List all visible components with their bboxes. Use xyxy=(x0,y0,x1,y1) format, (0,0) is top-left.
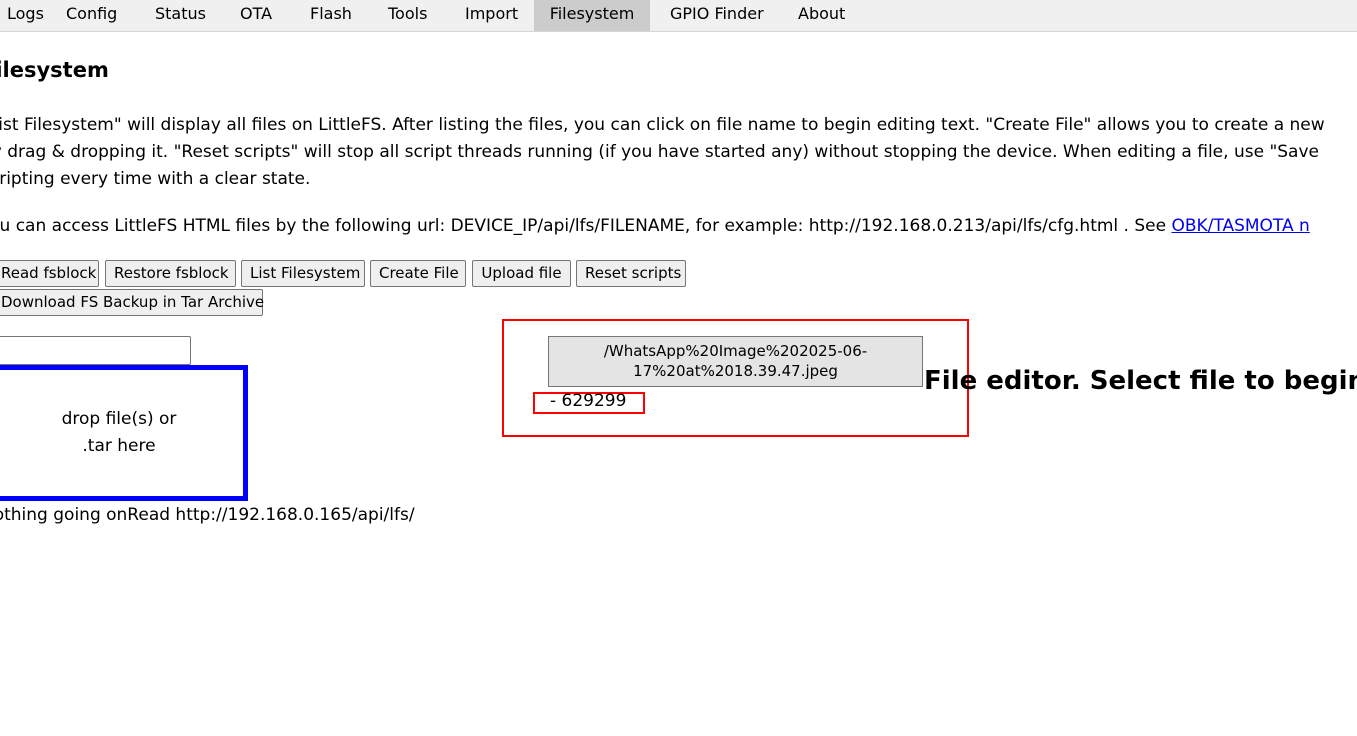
read-fsblock-button[interactable]: Read fsblock xyxy=(0,260,99,287)
docs-link[interactable]: OBK/TASMOTA n xyxy=(1171,216,1309,236)
file-size-label: - 629299 xyxy=(550,391,627,411)
description-line-2: by drag & dropping it. "Reset scripts" w… xyxy=(0,142,1319,162)
tab-tools[interactable]: Tools xyxy=(368,0,447,31)
access-info-text: You can access LittleFS HTML files by th… xyxy=(0,216,1172,236)
restore-fsblock-button[interactable]: Restore fsblock xyxy=(105,260,236,287)
description-line-1: "List Filesystem" will display all files… xyxy=(0,115,1325,135)
download-backup-button[interactable]: Download FS Backup in Tar Archive xyxy=(0,289,264,316)
dropzone-label: drop file(s) or .tar here xyxy=(61,409,177,456)
tab-status[interactable]: Status xyxy=(135,0,226,31)
tab-gpio-finder[interactable]: GPIO Finder xyxy=(650,0,784,31)
description-line-3: scripting every time with a clear state. xyxy=(0,169,311,189)
tab-about[interactable]: About xyxy=(778,0,865,31)
file-editor-heading: File editor. Select file to begin. xyxy=(924,366,1357,396)
tab-ota[interactable]: OTA xyxy=(220,0,292,31)
file-entry-button[interactable]: /WhatsApp%20Image%202025-06-17%20at%2018… xyxy=(548,336,923,387)
tab-flash[interactable]: Flash xyxy=(290,0,372,31)
upload-filename-input[interactable] xyxy=(0,336,191,365)
tab-config[interactable]: Config xyxy=(46,0,137,31)
reset-scripts-button[interactable]: Reset scripts xyxy=(576,260,686,287)
status-text: Nothing going onRead http://192.168.0.16… xyxy=(0,505,415,525)
file-dropzone[interactable]: drop file(s) or .tar here xyxy=(0,365,248,501)
access-info: You can access LittleFS HTML files by th… xyxy=(0,213,1310,240)
main-tab-bar: Logs Config Status OTA Flash Tools Impor… xyxy=(0,0,1357,32)
tab-import[interactable]: Import xyxy=(445,0,538,31)
create-file-button[interactable]: Create File xyxy=(370,260,466,287)
page-title: Filesystem xyxy=(0,58,109,82)
tab-filesystem[interactable]: Filesystem xyxy=(534,0,650,31)
list-filesystem-button[interactable]: List Filesystem xyxy=(241,260,365,287)
upload-file-button[interactable]: Upload file xyxy=(472,260,571,287)
